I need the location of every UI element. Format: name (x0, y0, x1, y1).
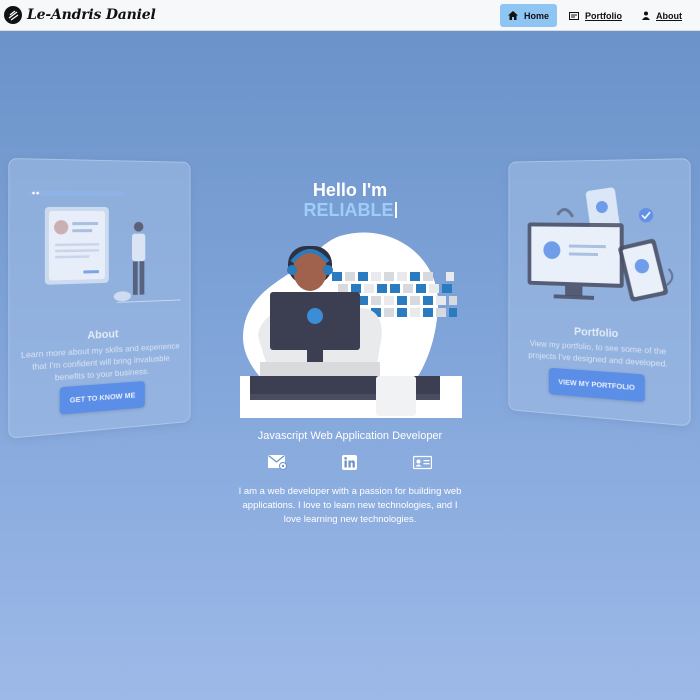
hero-role-line: RELIABLE (250, 200, 450, 220)
hero-subtitle: Javascript Web Application Developer (257, 430, 443, 442)
contact-card-icon[interactable] (412, 455, 433, 475)
nav-links: Home Portfolio About (496, 4, 690, 27)
portfolio-icon (569, 11, 579, 20)
about-card-text: Learn more about my skills and experienc… (20, 340, 180, 383)
about-card: About Learn more about my skills and exp… (8, 157, 191, 439)
hero-greeting: Hello I'm (312, 180, 388, 200)
email-icon[interactable] (268, 455, 287, 475)
hero-role: RELIABLE (303, 200, 394, 220)
get-to-know-me-button[interactable]: GET TO KNOW ME (59, 380, 145, 415)
view-my-portfolio-button[interactable]: VIEW MY PORTFOLIO (548, 367, 646, 403)
home-icon (507, 11, 518, 20)
hero-bio: I am a web developer with a passion for … (238, 486, 462, 525)
social-links (266, 455, 436, 475)
user-icon (642, 11, 650, 20)
nav-home-label: Home (523, 10, 549, 21)
nav-portfolio-label: Portfolio (585, 10, 622, 21)
brand-logo-icon (4, 6, 22, 24)
hero-divider (241, 417, 459, 418)
nav-about-label: About (656, 10, 682, 21)
typing-cursor (394, 202, 397, 218)
nav-portfolio-link[interactable]: Portfolio (561, 4, 630, 27)
about-illustration (28, 190, 180, 318)
brand-name: Le-Andris Daniel (27, 7, 156, 23)
nav-home-link[interactable]: Home (499, 4, 557, 27)
developer-illustration (240, 232, 462, 418)
portfolio-card: Portfolio View my portfolio, to see some… (508, 158, 691, 427)
portfolio-illustration (527, 186, 681, 303)
linkedin-icon[interactable] (342, 455, 357, 475)
nav-about-link[interactable]: About (634, 4, 690, 27)
brand[interactable]: Le-Andris Daniel (4, 6, 156, 24)
navbar: Le-Andris Daniel Home Portfolio About (0, 0, 700, 31)
